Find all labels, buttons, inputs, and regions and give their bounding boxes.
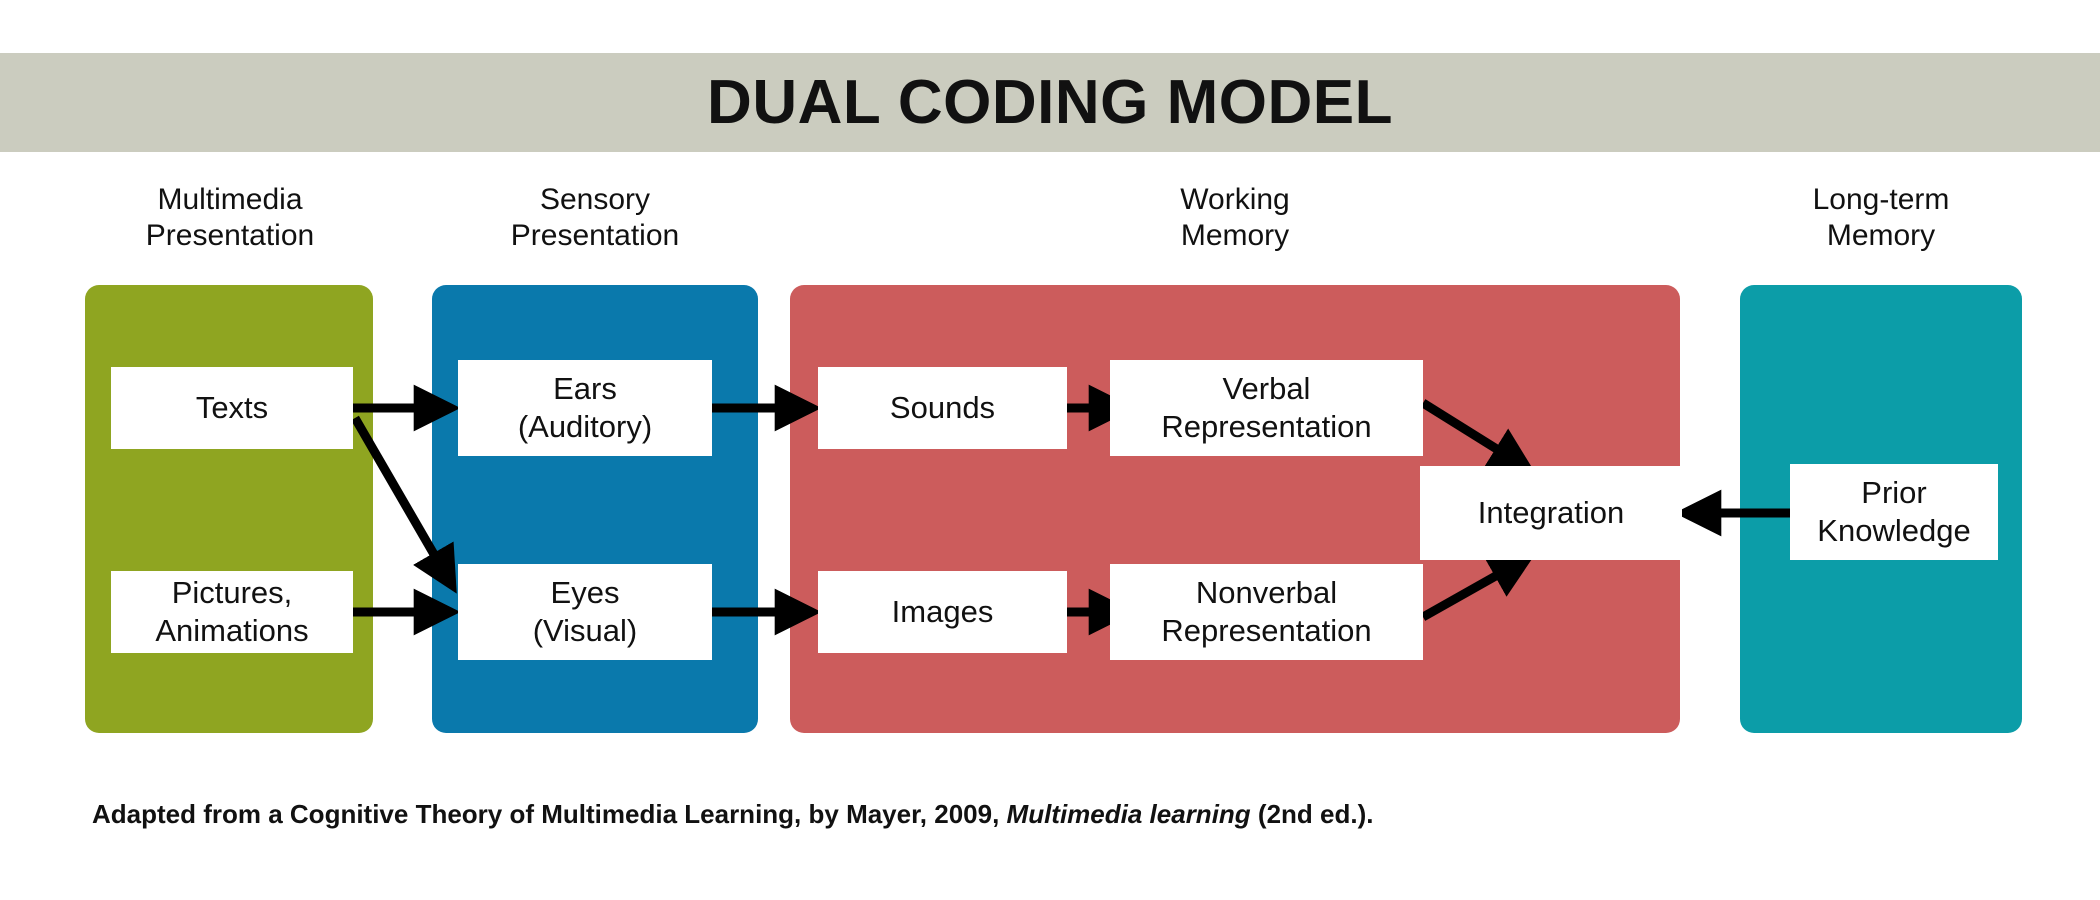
node-nonverbal-representation: Nonverbal Representation bbox=[1110, 564, 1423, 660]
column-label-multimedia: Multimedia Presentation bbox=[145, 183, 315, 252]
diagram-canvas: DUAL CODING MODEL Multimedia Presentatio… bbox=[0, 0, 2100, 900]
node-prior-knowledge: Prior Knowledge bbox=[1790, 464, 1998, 560]
node-ears-auditory: Ears (Auditory) bbox=[458, 360, 712, 456]
caption-italic-title: Multimedia learning bbox=[1006, 799, 1251, 829]
node-verbal-representation: Verbal Representation bbox=[1110, 360, 1423, 456]
column-label-sensory: Sensory Presentation bbox=[510, 183, 680, 252]
node-eyes-visual: Eyes (Visual) bbox=[458, 564, 712, 660]
source-caption: Adapted from a Cognitive Theory of Multi… bbox=[92, 797, 1373, 831]
caption-tail: (2nd ed.). bbox=[1250, 799, 1374, 829]
panel-sensory-presentation bbox=[432, 285, 758, 733]
node-images: Images bbox=[818, 571, 1067, 653]
column-label-longterm: Long-term Memory bbox=[1812, 183, 1950, 252]
column-label-working: Working Memory bbox=[1180, 183, 1290, 252]
panel-multimedia-presentation bbox=[85, 285, 373, 733]
node-integration: Integration bbox=[1420, 466, 1682, 560]
node-pictures-animations: Pictures, Animations bbox=[111, 571, 353, 653]
node-texts: Texts bbox=[111, 367, 353, 449]
node-sounds: Sounds bbox=[818, 367, 1067, 449]
page-title: DUAL CODING MODEL bbox=[707, 68, 1393, 137]
caption-lead: Adapted from a Cognitive Theory of Multi… bbox=[92, 799, 1007, 829]
